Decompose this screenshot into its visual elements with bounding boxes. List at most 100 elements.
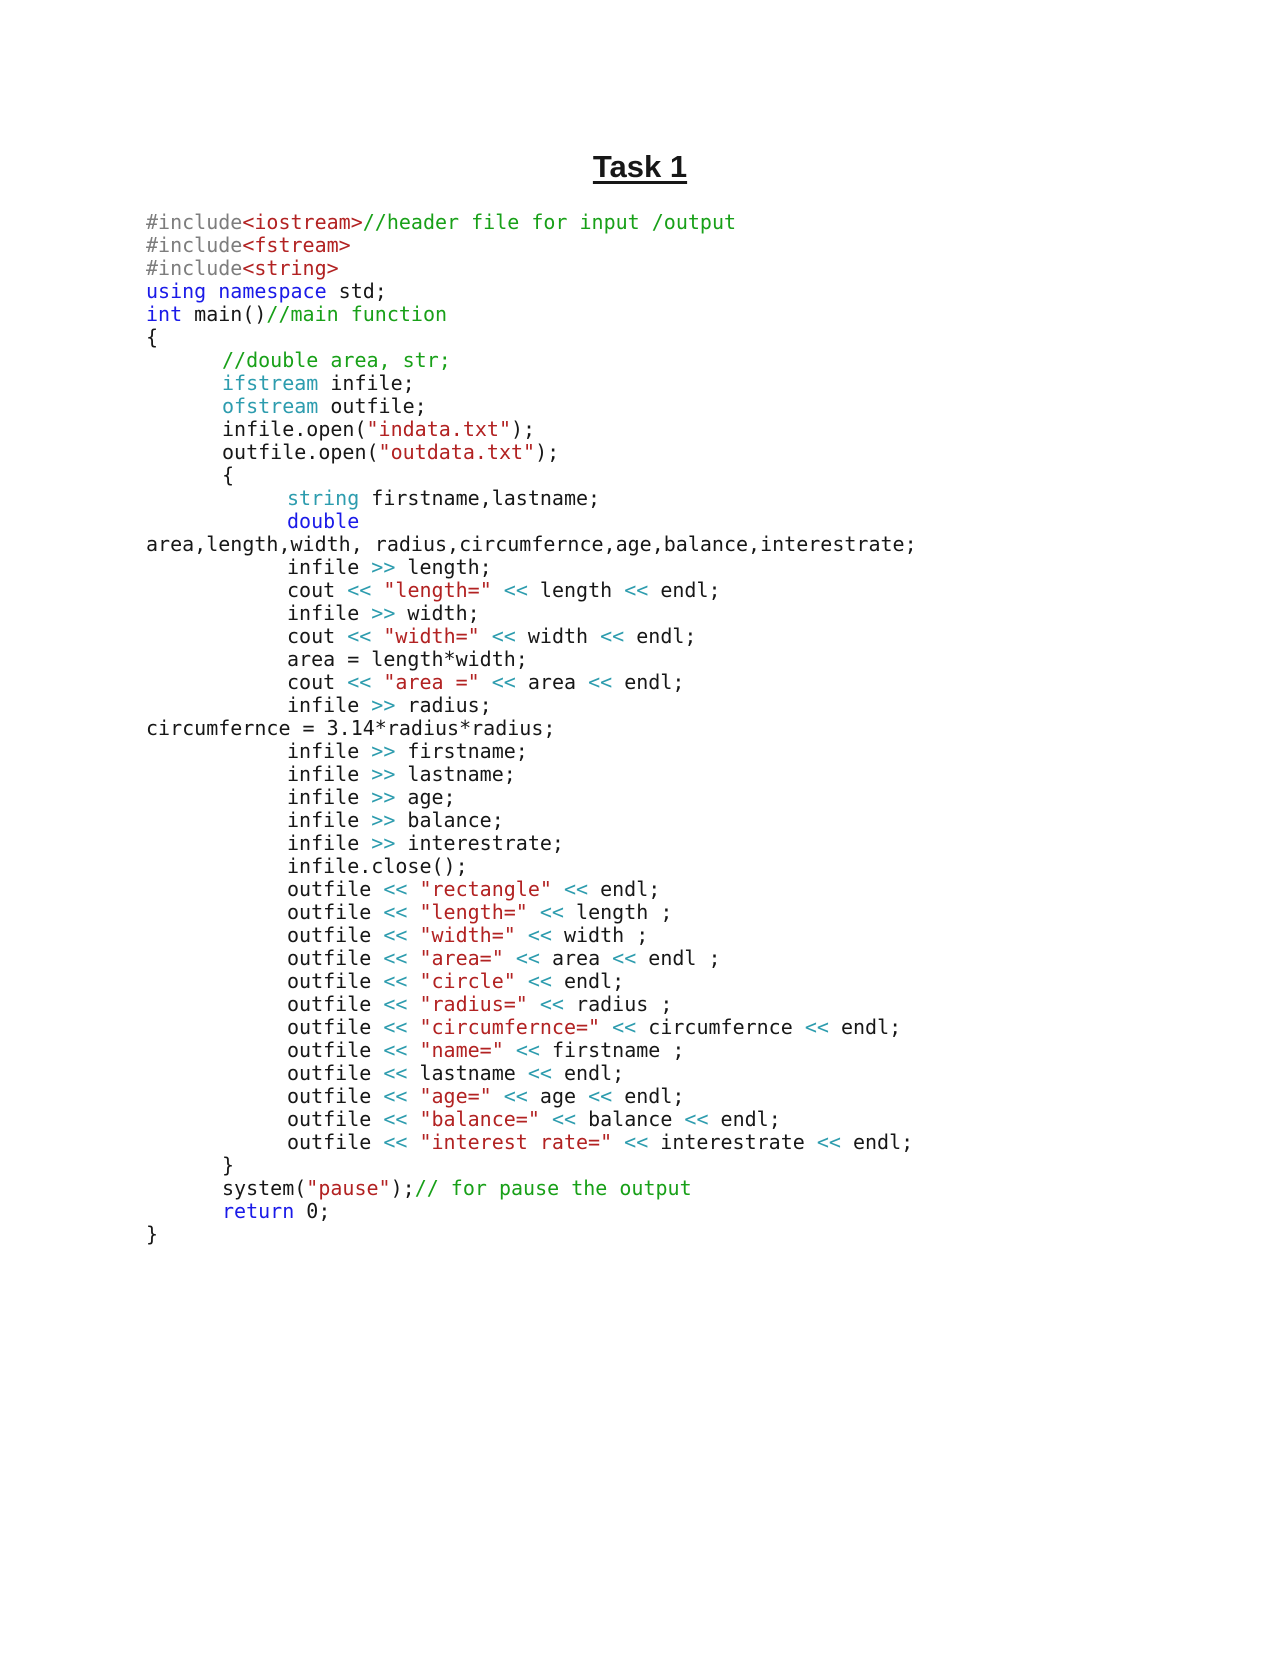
token-string: "outdata.txt" [378,440,536,464]
token-plain: outfile [287,969,384,993]
token-string: "area =" [383,670,480,694]
token-plain: outfile [287,1130,384,1154]
token-plain: { [146,325,159,349]
token-operator: << [383,1015,408,1039]
token-plain: endl; [612,1084,685,1108]
token-plain: outfile [287,900,384,924]
code-line: string firstname,lastname; [146,487,1260,510]
token-plain: balance [576,1107,685,1131]
token-plain: endl; [648,578,721,602]
token-operator: >> [371,808,396,832]
code-line: ofstream outfile; [146,395,1260,418]
token-plain: outfile [287,1015,384,1039]
token-operator: << [527,1061,552,1085]
token-plain: std; [326,279,387,303]
code-line: return 0; [146,1200,1260,1223]
token-operator: << [383,992,408,1016]
token-plain: endl; [551,1061,625,1085]
token-operator: << [383,1107,408,1131]
token-string: "circle" [419,969,516,993]
token-operator: << [816,1130,841,1154]
page-title: Task 1 [592,149,688,184]
token-header-name: <iostream> [242,210,363,234]
code-line: cout << "area =" << area << endl; [146,671,1260,694]
token-plain: interestrate [648,1130,817,1154]
token-operator: << [600,624,625,648]
token-operator: << [515,946,540,970]
code-line: outfile << "width=" << width ; [146,924,1260,947]
code-line: outfile << "rectangle" << endl; [146,878,1260,901]
token-plain: endl; [551,969,625,993]
token-plain: endl; [612,670,685,694]
token-plain: circumfernce = 3.14*radius*radius; [146,716,556,740]
code-line: #include<fstream> [146,234,1260,257]
token-string: "width=" [419,923,516,947]
token-operator: << [491,670,516,694]
code-block: #include<iostream>//header file for inpu… [146,211,1260,1246]
token-plain: infile [287,693,372,717]
token-comment: //double area, str; [222,348,451,372]
code-line: } [146,1154,1260,1177]
token-operator: >> [371,601,396,625]
token-plain: infile [287,831,372,855]
code-line: outfile << "age=" << age << endl; [146,1085,1260,1108]
code-line: #include<iostream>//header file for inpu… [146,211,1260,234]
token-plain: endl ; [636,946,721,970]
token-preprocessor: #include [146,210,243,234]
token-plain: outfile [287,1084,384,1108]
token-operator: << [383,923,408,947]
token-plain: area [539,946,613,970]
token-plain: endl; [624,624,697,648]
token-plain: cout [287,670,348,694]
token-header-name: <fstream> [242,233,351,257]
token-plain: firstname; [395,739,528,763]
token-plain: circumfernce [636,1015,805,1039]
token-operator: << [563,877,589,901]
token-preprocessor: #include [146,256,243,280]
code-line: area = length*width; [146,648,1260,671]
token-operator: << [624,578,649,602]
code-line: ifstream infile; [146,372,1260,395]
token-plain: infile.open( [222,417,367,441]
token-plain: area,length,width, radius,circumfernce,a… [146,532,917,556]
token-plain: 0; [294,1199,331,1223]
code-line: double [146,510,1260,533]
token-string: "age=" [419,1084,492,1108]
token-operator: << [539,992,564,1016]
code-line: { [146,464,1260,487]
token-operator: >> [371,762,396,786]
token-plain: endl; [708,1107,781,1131]
token-plain: infile [287,739,372,763]
token-plain: infile [287,555,372,579]
token-plain: } [222,1153,235,1177]
token-plain: main() [182,302,267,326]
token-plain: ); [511,417,536,441]
token-comment: // for pause the output [414,1176,692,1200]
token-plain: infile [287,762,372,786]
token-operator: << [612,946,637,970]
token-operator: << [491,624,516,648]
token-plain: firstname,lastname; [359,486,601,510]
code-line: cout << "width=" << width << endl; [146,625,1260,648]
token-keyword: return [222,1199,295,1223]
code-line: infile >> age; [146,786,1260,809]
code-line: area,length,width, radius,circumfernce,a… [146,533,1260,556]
token-plain: width [515,624,601,648]
code-line: outfile << "name=" << firstname ; [146,1039,1260,1062]
token-operator: >> [371,555,396,579]
token-plain: ); [390,1176,415,1200]
code-line: outfile << "length=" << length ; [146,901,1260,924]
token-plain: area = length*width; [287,647,528,671]
token-string: "pause" [306,1176,391,1200]
token-operator: >> [371,693,396,717]
